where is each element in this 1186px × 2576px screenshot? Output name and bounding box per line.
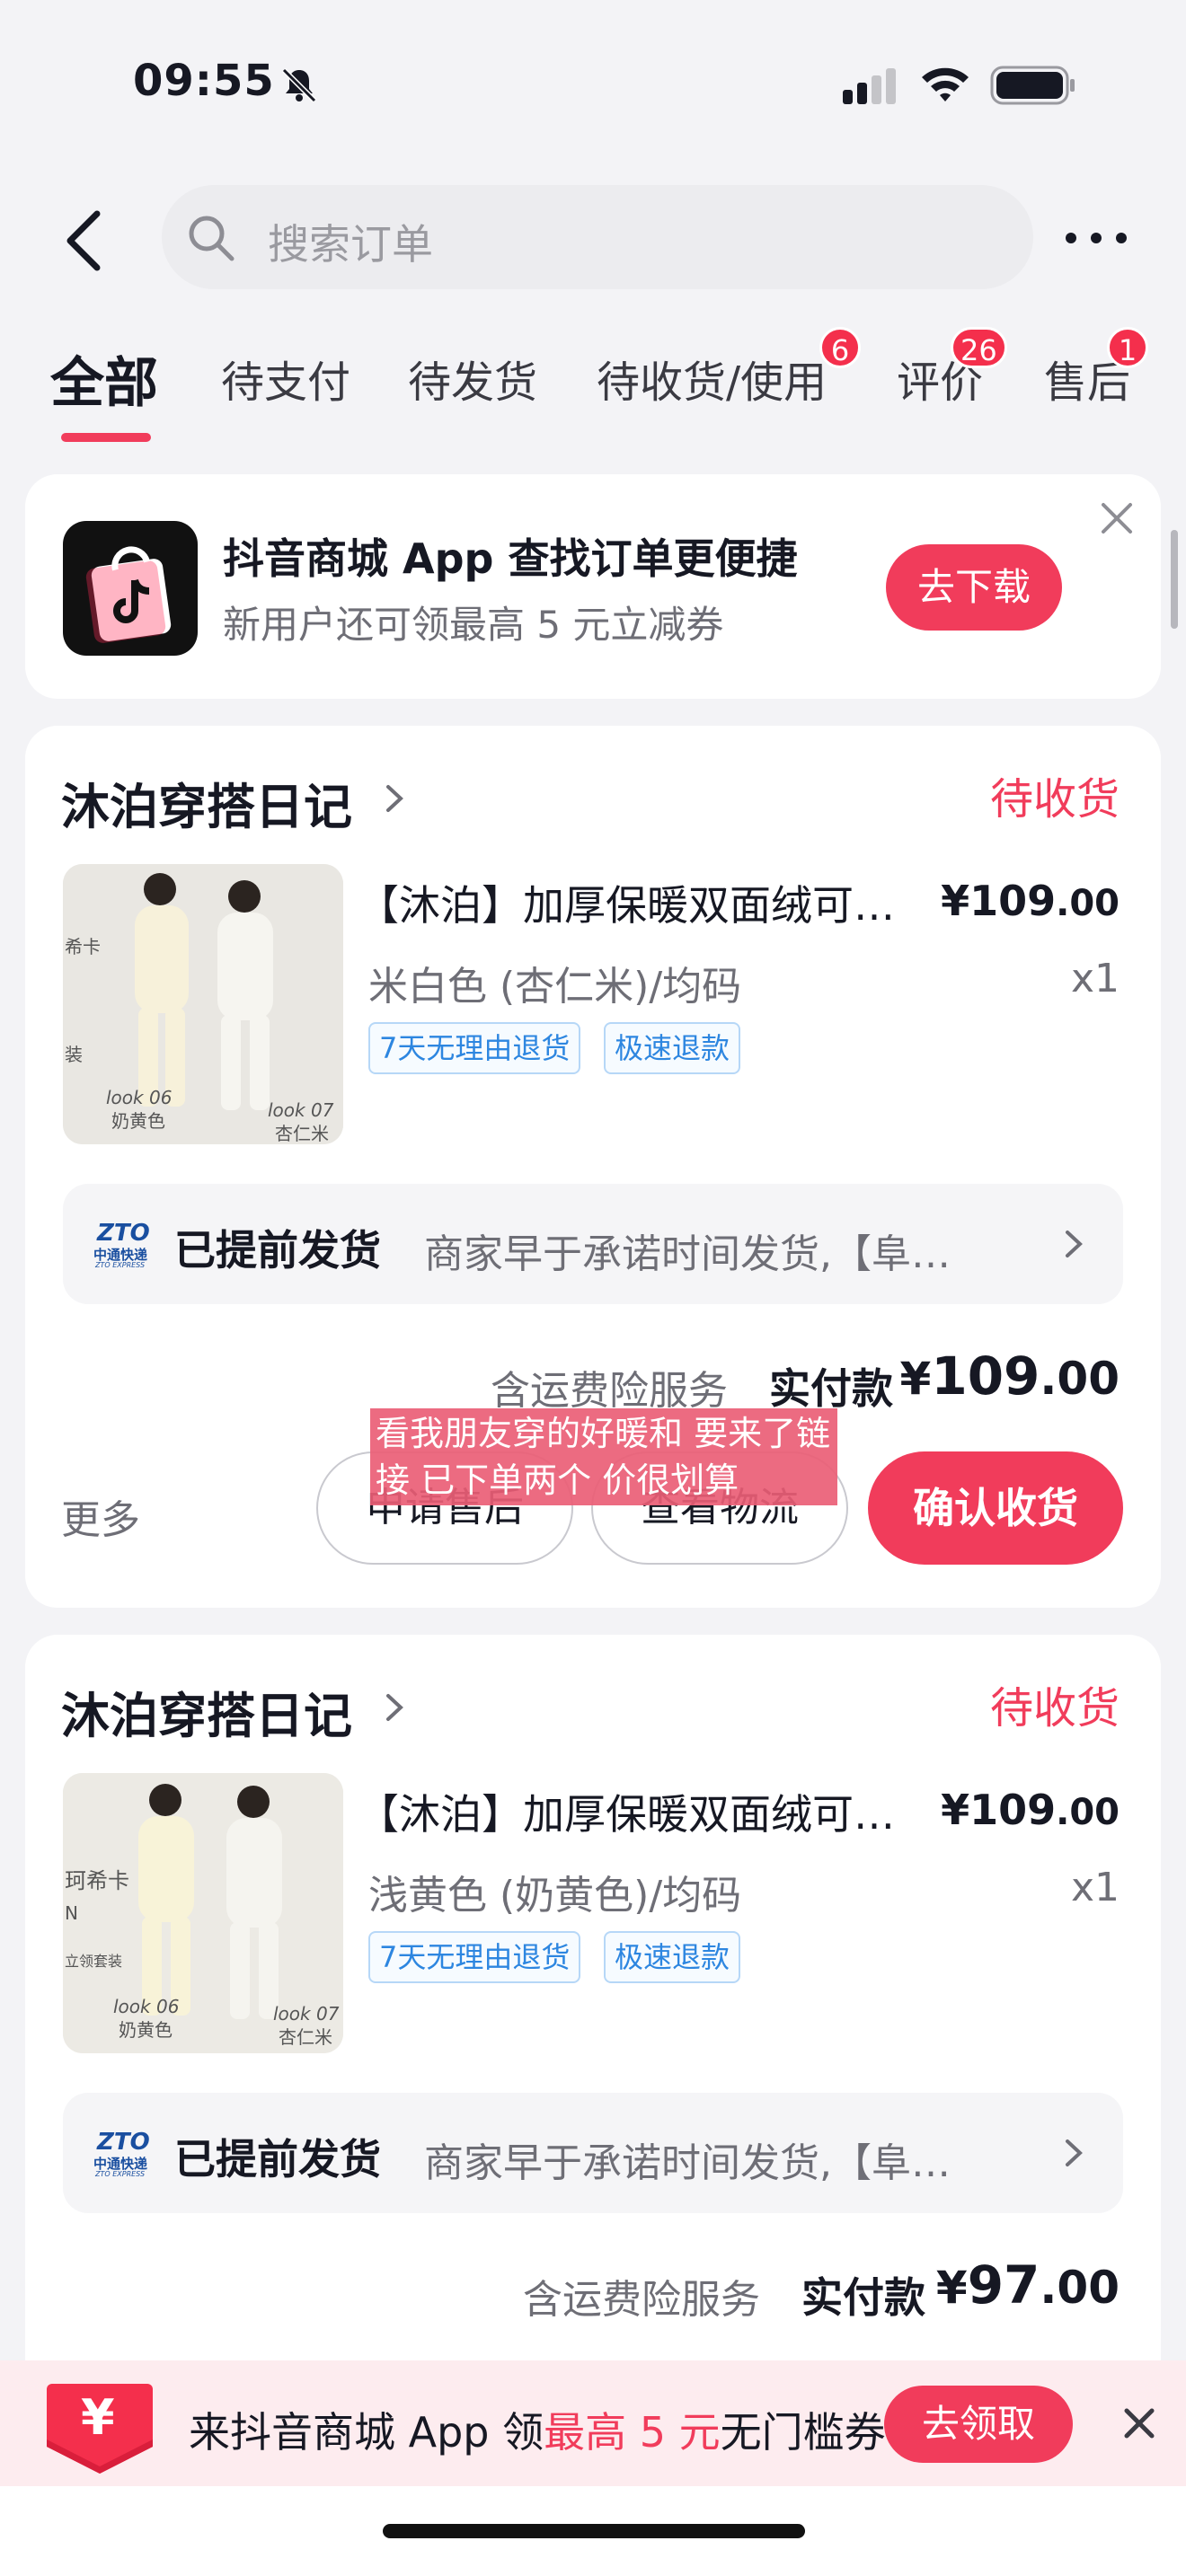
- claim-coupon-button[interactable]: 去领取: [884, 2386, 1073, 2463]
- paid-label: 实付款: [769, 1364, 893, 1413]
- download-button[interactable]: 去下载: [886, 544, 1062, 631]
- search-input[interactable]: 搜索订单: [162, 185, 1033, 289]
- promo-subtitle: 新用户还可领最高 5 元立减券: [223, 603, 724, 647]
- zto-logo: ZTO 中通快递 ZTO EXPRESS: [93, 2129, 150, 2178]
- product-thumbnail[interactable]: 希卡 装 look 06 奶黄色 look 07 杏仁米: [63, 864, 343, 1144]
- tab-all[interactable]: 全部: [50, 340, 158, 418]
- product-price: ¥109.00: [941, 1786, 1120, 1834]
- shop-name[interactable]: 沐泊穿搭日记: [61, 1676, 352, 1747]
- product-variant: 米白色 (杏仁米)/均码: [368, 964, 742, 1010]
- chevron-right-icon: [1066, 2139, 1083, 2166]
- thumb-label: 奶黄色: [111, 1110, 165, 1132]
- thumb-label: 杏仁米: [275, 1123, 329, 1144]
- battery-icon: [990, 66, 1075, 105]
- logistics-bar[interactable]: ZTO 中通快递 ZTO EXPRESS 已提前发货 商家早于承诺时间发货,【阜…: [63, 1184, 1123, 1304]
- thumb-label: N: [65, 1902, 78, 1924]
- coupon-banner[interactable]: ¥ 来抖音商城 App 领最高 5 元无门槛券 去领取: [0, 2360, 1186, 2486]
- coupon-symbol: ¥: [81, 2389, 115, 2446]
- return-policy-tag: 7天无理由退货: [368, 1022, 581, 1074]
- thumb-label: look 07: [268, 1099, 334, 1121]
- status-bar: 09:55: [0, 0, 1186, 171]
- product-title[interactable]: 【沐泊】加厚保暖双面绒可…: [358, 873, 933, 932]
- back-arrow-icon[interactable]: [58, 205, 111, 277]
- thumb-label: 装: [65, 1044, 83, 1065]
- thumb-label: 珂希卡: [65, 1868, 129, 1893]
- logistics-title: 已提前发货: [174, 2135, 381, 2183]
- confirm-receipt-button[interactable]: 确认收货: [868, 1451, 1123, 1565]
- product-thumbnail[interactable]: 珂希卡 N 立领套装 look 06 奶黄色 look 07 杏仁米: [63, 1773, 343, 2053]
- close-icon[interactable]: [1094, 496, 1139, 541]
- tab-pending-receipt-badge: 6: [819, 327, 861, 368]
- nav-bar: 搜索订单: [0, 180, 1186, 296]
- tab-active-indicator: [61, 433, 151, 442]
- product-quantity: x1: [1070, 1865, 1120, 1910]
- more-options[interactable]: 更多: [61, 1487, 140, 1545]
- logistics-description: 商家早于承诺时间发货,【阜…: [424, 2140, 951, 2186]
- more-dots-icon[interactable]: [1060, 225, 1132, 251]
- order-status: 待收货: [989, 774, 1120, 825]
- search-placeholder: 搜索订单: [268, 220, 433, 269]
- bell-off-icon: [281, 67, 317, 103]
- product-quantity: x1: [1070, 956, 1120, 1001]
- tiktok-shop-logo: [63, 521, 198, 656]
- thumb-label: 杏仁米: [279, 2026, 332, 2048]
- tab-review-badge: 26: [951, 327, 1007, 368]
- thumb-label: look 07: [273, 2003, 340, 2025]
- home-area: [0, 2486, 1186, 2576]
- order-total: ¥109.00: [899, 1345, 1120, 1407]
- thumb-label: 希卡: [65, 936, 101, 957]
- search-icon: [189, 216, 235, 261]
- product-price: ¥109.00: [941, 877, 1120, 925]
- paid-label: 实付款: [801, 2273, 925, 2322]
- banner-text: 来抖音商城 App 领最高 5 元无门槛券: [189, 2408, 886, 2457]
- tab-pending-shipment[interactable]: 待发货: [408, 347, 537, 410]
- logistics-description: 商家早于承诺时间发货,【阜…: [424, 1231, 951, 1277]
- thumb-label: 立领套装: [65, 1953, 123, 1970]
- insurance-service: 含运费险服务: [523, 2277, 760, 2323]
- return-policy-tag: 7天无理由退货: [368, 1931, 581, 1983]
- order-status: 待收货: [989, 1683, 1120, 1734]
- chevron-right-icon: [386, 785, 403, 812]
- app-download-promo: 抖音商城 App 查找订单更便捷 新用户还可领最高 5 元立减券 去下载: [25, 474, 1161, 699]
- tab-pending-receipt[interactable]: 待收货/使用: [597, 347, 827, 410]
- scrollbar[interactable]: [1171, 530, 1178, 629]
- insurance-service: 含运费险服务: [491, 1368, 728, 1414]
- product-title[interactable]: 【沐泊】加厚保暖双面绒可…: [358, 1782, 933, 1841]
- shop-name[interactable]: 沐泊穿搭日记: [61, 767, 352, 838]
- product-variant: 浅黄色 (奶黄色)/均码: [368, 1873, 742, 1919]
- close-icon[interactable]: [1118, 2402, 1161, 2445]
- logistics-title: 已提前发货: [174, 1226, 381, 1275]
- overlay-caption: 看我朋友穿的好暖和 要来了链接 已下单两个 价很划算: [370, 1408, 837, 1505]
- thumb-label: look 06: [106, 1087, 173, 1108]
- tab-pending-payment[interactable]: 待支付: [221, 347, 350, 410]
- order-tabs: 全部 待支付 待发货 待收货/使用 6 评价 26 售后 1: [0, 325, 1186, 451]
- zto-logo: ZTO 中通快递 ZTO EXPRESS: [93, 1220, 150, 1269]
- home-indicator[interactable]: [383, 2524, 805, 2538]
- tab-after-sale-badge: 1: [1107, 327, 1148, 368]
- fast-refund-tag: 极速退款: [604, 1931, 741, 1983]
- status-time: 09:55: [133, 56, 275, 106]
- wifi-icon: [922, 67, 969, 101]
- thumb-label: look 06: [113, 1996, 180, 2017]
- order-card[interactable]: 沐泊穿搭日记 待收货 珂希卡 N 立领套装 look 06 奶黄色 look 0…: [25, 1635, 1161, 2474]
- logistics-bar[interactable]: ZTO 中通快递 ZTO EXPRESS 已提前发货 商家早于承诺时间发货,【阜…: [63, 2093, 1123, 2213]
- fast-refund-tag: 极速退款: [604, 1022, 741, 1074]
- chevron-right-icon: [386, 1694, 403, 1721]
- chevron-right-icon: [1066, 1231, 1083, 1257]
- order-total: ¥97.00: [935, 2254, 1120, 2316]
- thumb-label: 奶黄色: [119, 2019, 173, 2041]
- signal-icon: [843, 68, 896, 104]
- promo-title: 抖音商城 App 查找订单更便捷: [223, 534, 798, 583]
